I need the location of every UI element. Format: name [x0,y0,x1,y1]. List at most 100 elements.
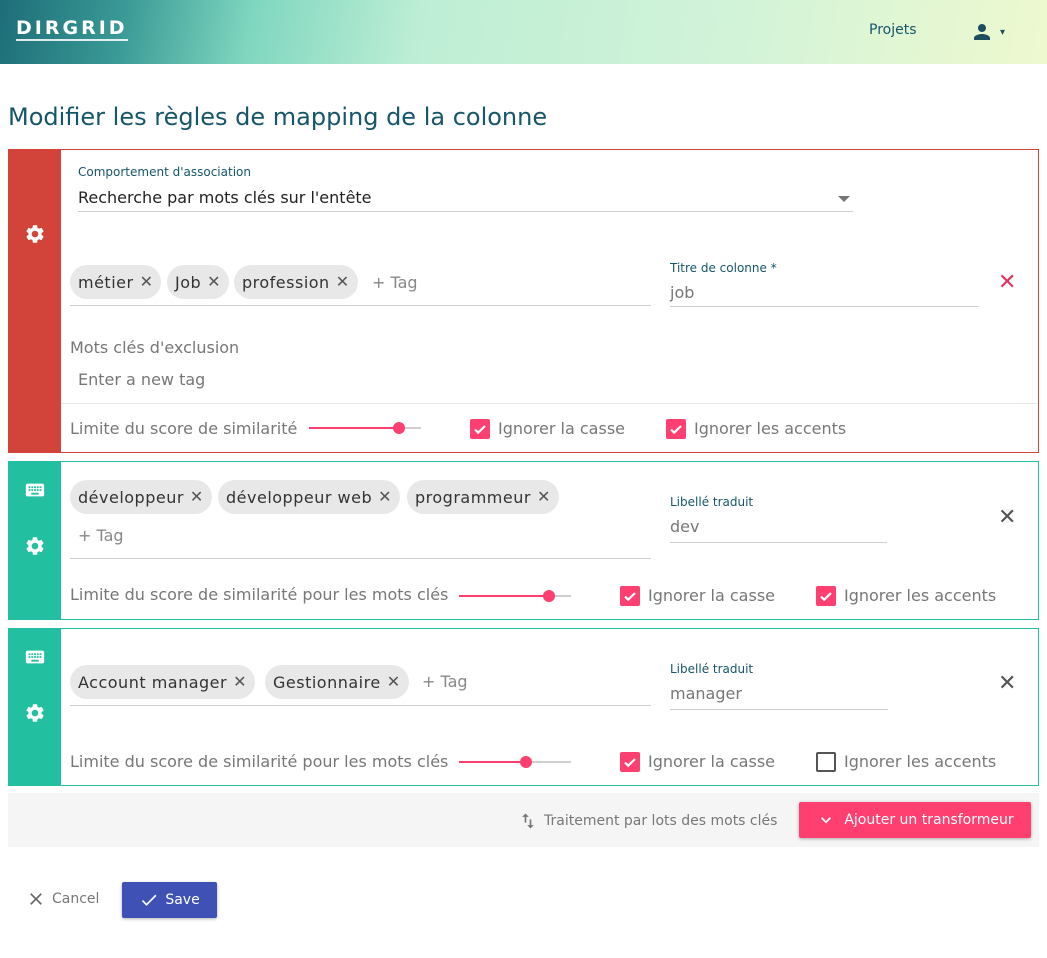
add-transformer-label: Ajouter un transformeur [844,812,1014,828]
person-icon [974,24,990,40]
translated-underline [670,709,888,710]
slider-thumb[interactable] [393,422,405,434]
close-icon[interactable]: ✕ [207,274,221,290]
ignore-accents-checkbox[interactable] [816,586,836,606]
close-icon[interactable]: ✕ [378,489,392,505]
tag-chip-label: développeur web [226,487,373,507]
similarity-label: Limite du score de similarité [70,419,298,438]
gear-icon[interactable] [24,535,46,557]
chevron-down-icon: ▾ [1000,26,1006,38]
swap-vert-icon [522,813,534,829]
gear-icon[interactable] [24,223,46,245]
behavior-label: Comportement d'association [78,165,251,179]
tags-underline [70,705,651,706]
slider-fill [309,427,399,429]
transformer-card-side [9,629,61,785]
tag-chip: programmeur ✕ [407,480,559,514]
keyboard-icon[interactable] [24,479,46,501]
tags-underline [70,305,651,306]
ignore-accents-checkbox[interactable] [816,752,836,772]
tag-chip: développeur ✕ [70,480,212,514]
tag-chip: Job ✕ [167,265,230,299]
ignore-accents-label: Ignorer les accents [844,752,997,771]
exclusion-divider [61,403,1038,404]
check-icon [670,425,682,435]
ignore-case-label: Ignorer la casse [648,752,775,771]
slider-fill [459,761,526,763]
tag-chip: métier ✕ [70,265,162,299]
behavior-select[interactable]: Recherche par mots clés sur l'entête [78,188,372,207]
exclusion-tag-input[interactable]: Enter a new tag [78,370,205,389]
close-icon[interactable]: ✕ [537,489,551,505]
ignore-case-checkbox[interactable] [620,586,640,606]
gear-icon[interactable] [24,702,46,724]
close-icon[interactable]: ✕ [140,274,154,290]
page-title: Modifier les règles de mapping de la col… [8,103,548,131]
user-menu-button[interactable]: ▾ [970,20,1005,44]
column-title-underline [670,306,979,307]
column-title-input[interactable]: job [670,283,694,302]
similarity-label: Limite du score de similarité pour les m… [70,752,449,771]
tag-chip-label: Job [175,272,202,292]
translated-input[interactable]: dev [670,517,699,536]
remove-transformer-close-icon[interactable]: ✕ [998,507,1016,529]
ignore-accents-checkbox[interactable] [666,419,686,439]
close-icon[interactable]: ✕ [233,674,247,690]
tag-chip-label: profession [242,272,330,292]
translated-label: Libellé traduit [670,662,754,676]
save-label: Save [165,892,200,908]
nav-projects-link[interactable]: Projets [869,22,917,38]
check-icon [142,894,157,906]
transformer-card: Account manager ✕ Gestionnaire ✕ + Tag Lib… [8,628,1039,786]
similarity-label: Limite du score de similarité pour les m… [70,585,449,604]
check-icon [820,592,832,602]
ignore-accents-label: Ignorer les accents [694,419,847,438]
close-icon [30,893,42,905]
ignore-case-checkbox[interactable] [470,419,490,439]
slider-thumb[interactable] [543,590,555,602]
tag-chip-label: développeur [78,487,184,507]
cancel-button[interactable]: Cancel [26,889,99,909]
slider-fill [459,595,549,597]
batch-keywords-button[interactable]: Traitement par lots des mots clés [518,811,777,831]
tag-chip: profession ✕ [234,265,358,299]
remove-rule-close-icon[interactable]: ✕ [998,272,1016,294]
ignore-case-label: Ignorer la casse [648,586,775,605]
translated-input[interactable]: manager [670,684,742,703]
tag-chip: développeur web ✕ [218,480,400,514]
close-icon[interactable]: ✕ [336,274,350,290]
tag-chip-label: Account manager [78,672,228,692]
ignore-accents-label: Ignorer les accents [844,586,997,605]
tag-chip: Gestionnaire ✕ [265,665,409,699]
check-icon [474,425,486,435]
translated-underline [670,542,887,543]
cancel-label: Cancel [52,891,100,907]
tags-underline [70,558,651,559]
rule-card: Comportement d'association Recherche par… [8,149,1039,453]
batch-keywords-label: Traitement par lots des mots clés [544,813,778,829]
add-transformer-button[interactable]: Ajouter un transformeur [799,802,1031,838]
app-logo[interactable]: DIRGRID [16,18,128,41]
add-tag-input[interactable]: + Tag [422,672,468,691]
tag-chip: Account manager ✕ [70,665,256,699]
column-title-label: Titre de colonne * [670,261,777,275]
close-icon[interactable]: ✕ [190,489,204,505]
add-tag-input[interactable]: + Tag [78,526,124,545]
translated-label: Libellé traduit [670,495,754,509]
exclusion-label: Mots clés d'exclusion [70,338,240,357]
slider-thumb[interactable] [520,756,532,768]
transformer-card-side [9,462,61,619]
close-icon[interactable]: ✕ [387,674,401,690]
top-app-bar: DIRGRID Projets ▾ [0,0,1047,64]
tag-chip-label: programmeur [415,487,531,507]
tag-chip-label: Gestionnaire [273,672,381,692]
behavior-underline [78,211,853,212]
save-button[interactable]: Save [122,882,217,918]
check-icon [624,758,636,768]
ignore-case-checkbox[interactable] [620,752,640,772]
dropdown-arrow-icon[interactable] [838,196,850,202]
add-tag-input[interactable]: + Tag [372,273,418,292]
keyboard-icon[interactable] [24,646,46,668]
rule-card-side [9,150,61,452]
remove-transformer-close-icon[interactable]: ✕ [998,673,1016,695]
